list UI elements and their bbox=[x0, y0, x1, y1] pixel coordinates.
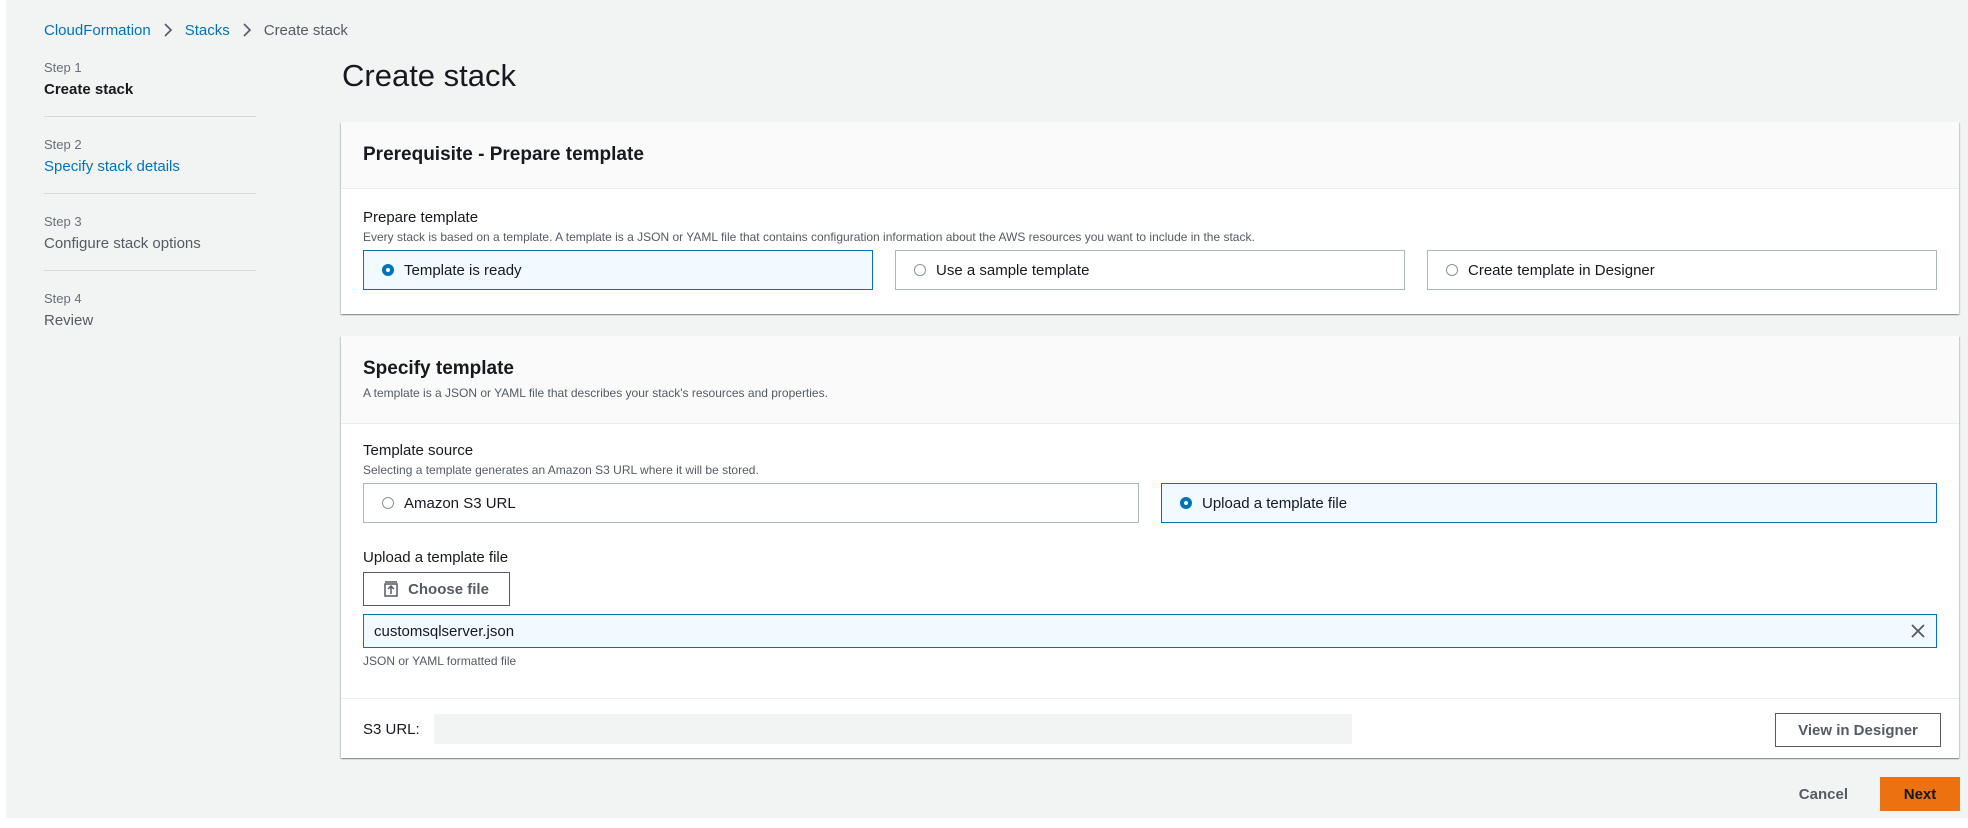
option-label: Template is ready bbox=[404, 261, 522, 279]
field-description: Selecting a template generates an Amazon… bbox=[363, 463, 759, 477]
next-button[interactable]: Next bbox=[1880, 777, 1960, 811]
option-label: Amazon S3 URL bbox=[404, 494, 516, 512]
option-use-sample-template[interactable]: Use a sample template bbox=[895, 250, 1405, 290]
file-name: customsqlserver.json bbox=[374, 622, 515, 640]
radio-selected-icon bbox=[382, 264, 394, 276]
s3-url-label: S3 URL: bbox=[363, 720, 420, 738]
prepare-template-options: Template is ready Use a sample template … bbox=[363, 250, 1937, 290]
prerequisite-container: Prerequisite - Prepare template Prepare … bbox=[341, 122, 1959, 314]
field-label: Prepare template bbox=[363, 209, 479, 226]
selected-file-field[interactable]: customsqlserver.json bbox=[363, 614, 1937, 648]
prepare-template-field: Prepare template Every stack is based on… bbox=[341, 189, 1959, 290]
footer-actions: Cancel Next bbox=[1777, 777, 1960, 811]
step-2: Step 2 Specify stack details bbox=[44, 137, 256, 194]
step-label-configure-stack-options: Configure stack options bbox=[44, 235, 201, 252]
option-upload-template-file[interactable]: Upload a template file bbox=[1161, 483, 1937, 523]
radio-empty-icon bbox=[1446, 264, 1458, 276]
radio-selected-icon bbox=[1180, 497, 1192, 509]
choose-file-button[interactable]: Choose file bbox=[363, 572, 510, 606]
cancel-button[interactable]: Cancel bbox=[1777, 777, 1870, 811]
chevron-right-icon bbox=[242, 23, 252, 37]
option-label: Use a sample template bbox=[936, 261, 1090, 279]
view-in-designer-button[interactable]: View in Designer bbox=[1775, 713, 1941, 747]
field-description: Every stack is based on a template. A te… bbox=[363, 230, 1255, 244]
option-amazon-s3-url[interactable]: Amazon S3 URL bbox=[363, 483, 1139, 523]
option-template-is-ready[interactable]: Template is ready bbox=[363, 250, 873, 290]
close-icon[interactable] bbox=[1910, 623, 1926, 643]
file-hint: JSON or YAML formatted file bbox=[363, 654, 517, 668]
wizard-steps: Step 1 Create stack Step 2 Specify stack… bbox=[44, 60, 256, 367]
specify-template-container: Specify template A template is a JSON or… bbox=[341, 336, 1959, 758]
breadcrumb-stacks[interactable]: Stacks bbox=[185, 22, 230, 39]
container-header: Specify template A template is a JSON or… bbox=[341, 336, 1959, 424]
step-label-create-stack: Create stack bbox=[44, 81, 134, 98]
breadcrumb: CloudFormation Stacks Create stack bbox=[44, 18, 348, 42]
page-title: Create stack bbox=[342, 58, 517, 93]
option-label: Upload a template file bbox=[1202, 494, 1348, 512]
step-label-review: Review bbox=[44, 312, 94, 329]
chevron-right-icon bbox=[163, 23, 173, 37]
breadcrumb-cloudformation[interactable]: CloudFormation bbox=[44, 22, 151, 39]
choose-file-label: Choose file bbox=[408, 580, 489, 598]
container-title: Specify template bbox=[363, 358, 514, 379]
radio-empty-icon bbox=[914, 264, 926, 276]
radio-empty-icon bbox=[382, 497, 394, 509]
container-title: Prerequisite - Prepare template bbox=[363, 144, 644, 165]
option-create-in-designer[interactable]: Create template in Designer bbox=[1427, 250, 1937, 290]
step-4: Step 4 Review bbox=[44, 291, 256, 347]
template-source-options: Amazon S3 URL Upload a template file bbox=[363, 483, 1937, 523]
specify-template-body: Template source Selecting a template gen… bbox=[341, 424, 1959, 698]
step-1: Step 1 Create stack bbox=[44, 60, 256, 117]
window-edge bbox=[0, 0, 6, 828]
container-description: A template is a JSON or YAML file that d… bbox=[363, 386, 828, 400]
step-number: Step 2 bbox=[44, 137, 82, 152]
s3-url-row: S3 URL: View in Designer bbox=[341, 698, 1959, 759]
s3-url-value bbox=[433, 714, 1352, 744]
option-label: Create template in Designer bbox=[1468, 261, 1655, 279]
step-number: Step 4 bbox=[44, 291, 82, 306]
step-link-specify-stack-details[interactable]: Specify stack details bbox=[44, 158, 256, 175]
field-label: Template source bbox=[363, 442, 474, 459]
container-header: Prerequisite - Prepare template bbox=[341, 122, 1959, 189]
step-number: Step 3 bbox=[44, 214, 82, 229]
step-number: Step 1 bbox=[44, 60, 82, 75]
breadcrumb-current: Create stack bbox=[263, 21, 348, 39]
step-3: Step 3 Configure stack options bbox=[44, 214, 256, 271]
window-bottom-edge bbox=[0, 818, 1968, 828]
field-label: Upload a template file bbox=[363, 549, 509, 566]
upload-icon bbox=[384, 581, 398, 597]
